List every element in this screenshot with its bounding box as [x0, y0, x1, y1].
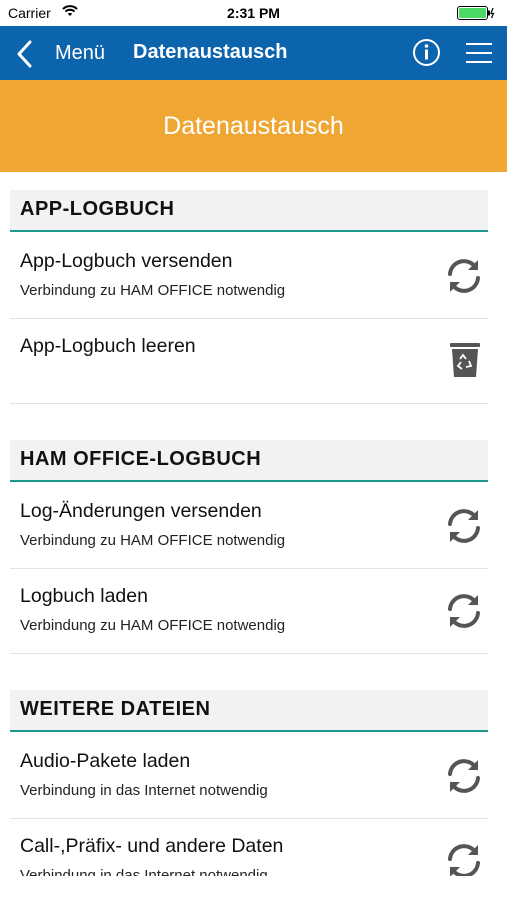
trash-icon[interactable] — [448, 341, 482, 379]
row-subtitle: Verbindung zu HAM OFFICE notwendig — [20, 532, 286, 549]
row-audio-pakete-laden[interactable]: Audio-Pakete laden Verbindung in das Int… — [10, 734, 488, 819]
refresh-icon[interactable] — [444, 591, 484, 631]
row-subtitle: Verbindung zu HAM OFFICE notwendig — [20, 617, 286, 634]
row-log-aenderungen-versenden[interactable]: Log-Änderungen versenden Verbindung zu H… — [10, 484, 488, 569]
row-app-logbuch-versenden[interactable]: App-Logbuch versenden Verbindung zu HAM … — [10, 234, 488, 319]
refresh-icon[interactable] — [444, 256, 484, 296]
page-banner: Datenaustausch — [0, 80, 507, 172]
row-title: Log-Änderungen versenden — [20, 500, 262, 522]
hamburger-menu-icon[interactable] — [466, 41, 492, 65]
row-title: Call-,Präfix- und andere Daten — [20, 835, 284, 857]
section-header-ham-office-logbuch: HAM OFFICE-LOGBUCH — [10, 440, 488, 482]
row-title: Logbuch laden — [20, 585, 148, 607]
nav-title: Datenaustausch — [133, 41, 288, 63]
row-call-praefix-daten[interactable]: Call-,Präfix- und andere Daten Verbindun… — [10, 819, 488, 876]
info-icon[interactable] — [412, 38, 441, 67]
section-header-weitere-dateien: WEITERE DATEIEN — [10, 690, 488, 732]
battery-charging-icon — [457, 6, 495, 20]
status-bar: Carrier 2:31 PM — [0, 0, 507, 26]
row-title: App-Logbuch leeren — [20, 335, 196, 357]
section-header-app-logbuch: APP-LOGBUCH — [10, 190, 488, 232]
row-logbuch-laden[interactable]: Logbuch laden Verbindung zu HAM OFFICE n… — [10, 569, 488, 654]
chevron-left-icon[interactable] — [14, 40, 36, 68]
row-title: App-Logbuch versenden — [20, 250, 233, 272]
row-subtitle: Verbindung zu HAM OFFICE notwendig — [20, 282, 286, 299]
section-title: APP-LOGBUCH — [20, 198, 175, 220]
refresh-icon[interactable] — [444, 756, 484, 796]
row-title: Audio-Pakete laden — [20, 750, 191, 772]
navigation-bar: Menü Datenaustausch — [0, 26, 507, 80]
banner-title: Datenaustausch — [163, 112, 344, 140]
row-subtitle: Verbindung in das Internet notwendig — [20, 782, 268, 799]
row-subtitle: Verbindung in das Internet notwendig — [20, 867, 268, 876]
row-app-logbuch-leeren[interactable]: App-Logbuch leeren — [10, 319, 488, 404]
section-title: WEITERE DATEIEN — [20, 698, 211, 720]
back-button[interactable]: Menü — [55, 42, 105, 65]
refresh-icon[interactable] — [444, 506, 484, 546]
section-title: HAM OFFICE-LOGBUCH — [20, 448, 262, 470]
refresh-icon[interactable] — [444, 841, 484, 876]
clock: 2:31 PM — [227, 5, 280, 21]
data-exchange-list: APP-LOGBUCH App-Logbuch versenden Verbin… — [0, 172, 507, 876]
